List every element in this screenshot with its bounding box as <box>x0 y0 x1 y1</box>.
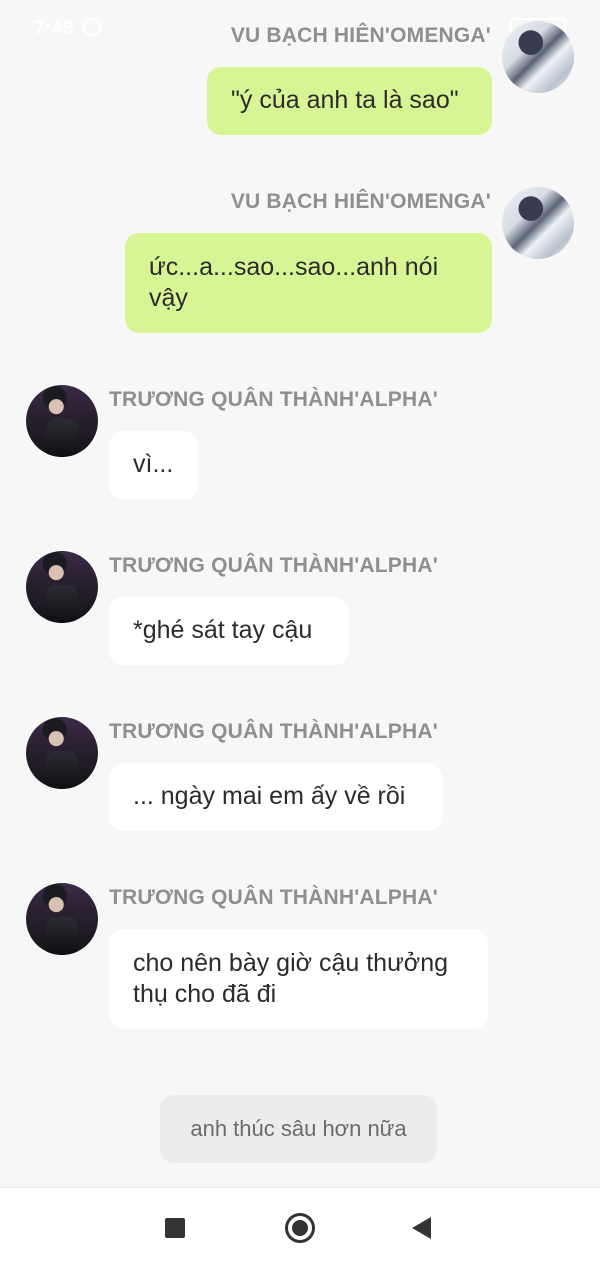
sender-name: TRƯƠNG QUÂN THÀNH'ALPHA' <box>109 720 438 743</box>
back-triangle-icon <box>412 1217 431 1239</box>
notification-icon <box>83 18 101 36</box>
navigation-bar <box>0 1187 600 1268</box>
reply-suggestion-button[interactable]: anh thúc sâu hơn nữa <box>160 1095 437 1163</box>
sender-name: TRƯƠNG QUÂN THÀNH'ALPHA' <box>109 554 438 577</box>
recents-button[interactable] <box>135 1188 215 1268</box>
avatar-sender-omenga[interactable] <box>502 187 574 259</box>
home-circle-icon <box>285 1213 315 1243</box>
message-bubble[interactable]: cho nên bày giờ cậu thưởng thụ cho đã đi <box>109 929 488 1029</box>
avatar-sender-alpha[interactable] <box>26 551 98 623</box>
message-bubble[interactable]: "ý của anh ta là sao" <box>207 67 492 135</box>
avatar-sender-alpha[interactable] <box>26 385 98 457</box>
avatar-sender-alpha[interactable] <box>26 717 98 789</box>
home-button[interactable] <box>260 1188 340 1268</box>
avatar-sender-omenga[interactable] <box>502 21 574 93</box>
message-bubble[interactable]: vì... <box>109 431 198 499</box>
message-bubble[interactable]: ... ngày mai em ấy về rồi <box>109 763 442 831</box>
square-icon <box>165 1218 185 1238</box>
sender-name: VU BẠCH HIÊN'OMENGA' <box>230 24 491 47</box>
status-time: 7:49 <box>34 18 75 39</box>
sender-name: TRƯƠNG QUÂN THÀNH'ALPHA' <box>109 886 438 909</box>
message-bubble[interactable]: ức...a...sao...sao...anh nói vậy <box>125 233 492 333</box>
back-button[interactable] <box>382 1188 462 1268</box>
sender-name: VU BẠCH HIÊN'OMENGA' <box>230 190 491 213</box>
avatar-sender-alpha[interactable] <box>26 883 98 955</box>
message-bubble[interactable]: *ghé sát tay cậu <box>109 597 349 665</box>
sender-name: TRƯƠNG QUÂN THÀNH'ALPHA' <box>109 388 438 411</box>
